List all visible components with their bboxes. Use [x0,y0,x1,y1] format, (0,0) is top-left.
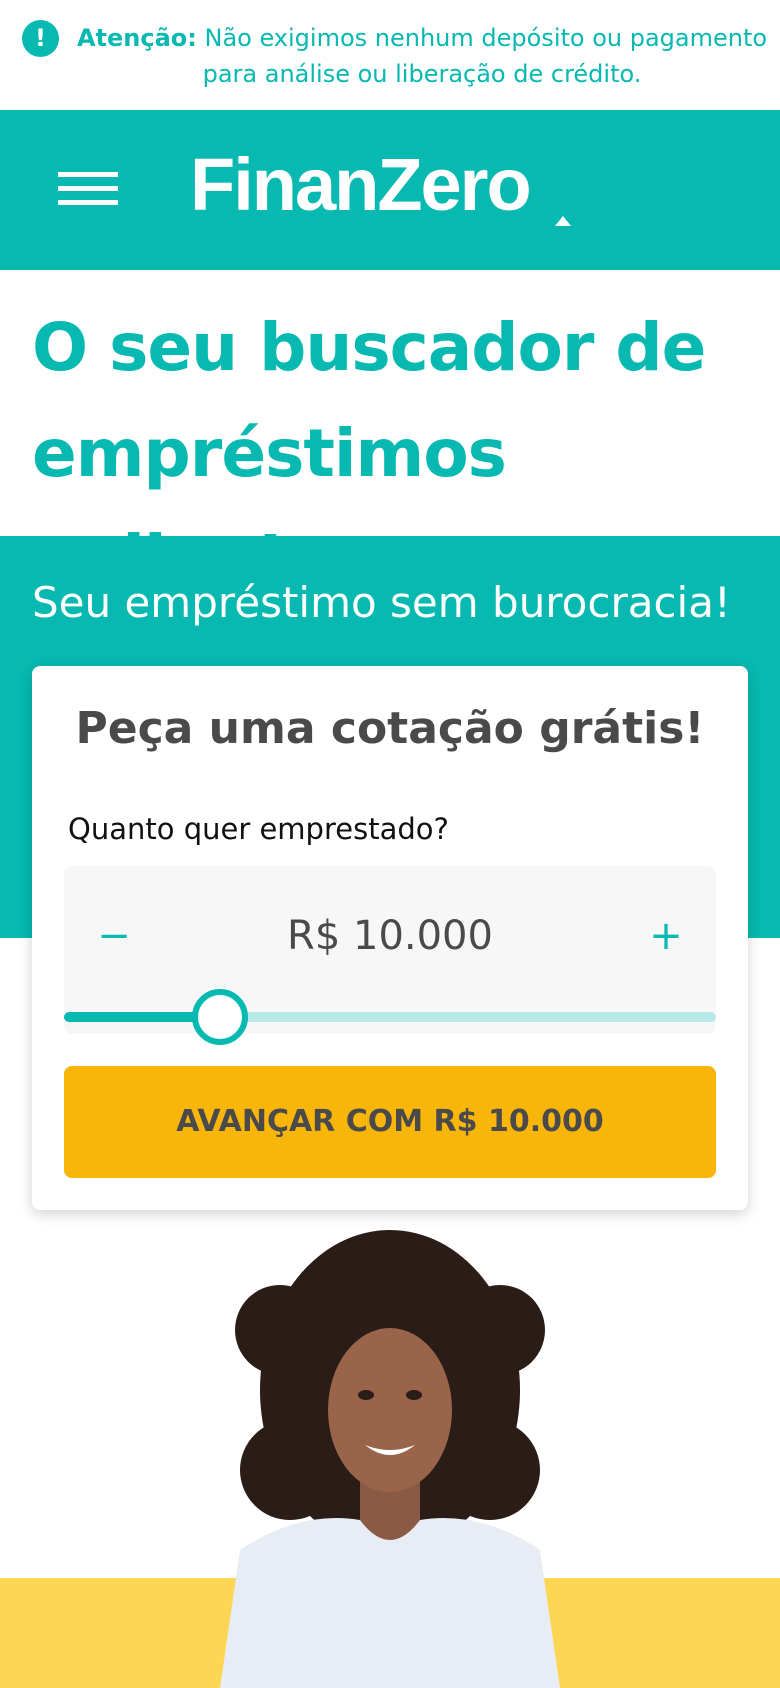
exclamation-icon: ! [22,20,59,57]
smiling-woman-photo [220,1230,560,1688]
page: ! Atenção: Não exigimos nenhum depósito … [0,0,780,1688]
quote-card: Peça uma cotação grátis! Quanto quer emp… [32,666,748,1210]
slider-thumb[interactable] [192,989,248,1045]
alert-banner: ! Atenção: Não exigimos nenhum depósito … [0,0,780,110]
hero-subtitle: Seu empréstimo sem burocracia! [32,578,731,627]
quote-card-title: Peça uma cotação grátis! [75,703,705,754]
logo-pin-mark [555,216,571,226]
increase-amount-button[interactable]: + [636,906,696,966]
decrease-amount-button[interactable]: − [84,906,144,966]
advance-button[interactable]: AVANÇAR COM R$ 10.000 [64,1066,716,1178]
alert-message: Atenção: Não exigimos nenhum depósito ou… [72,20,772,92]
alert-prefix: Atenção: [76,24,197,52]
amount-slider[interactable] [64,989,716,1045]
logo-text: FinanZero [190,143,530,226]
hamburger-menu-icon[interactable] [58,172,118,206]
amount-label: Quanto quer emprestado? [68,812,449,846]
finanzero-logo[interactable]: FinanZero [190,138,610,238]
site-header: FinanZero [0,110,780,270]
amount-selector: − R$ 10.000 + [64,866,716,1045]
alert-body: Não exigimos nenhum depósito ou pagament… [196,24,768,88]
amount-value: R$ 10.000 [287,913,493,959]
